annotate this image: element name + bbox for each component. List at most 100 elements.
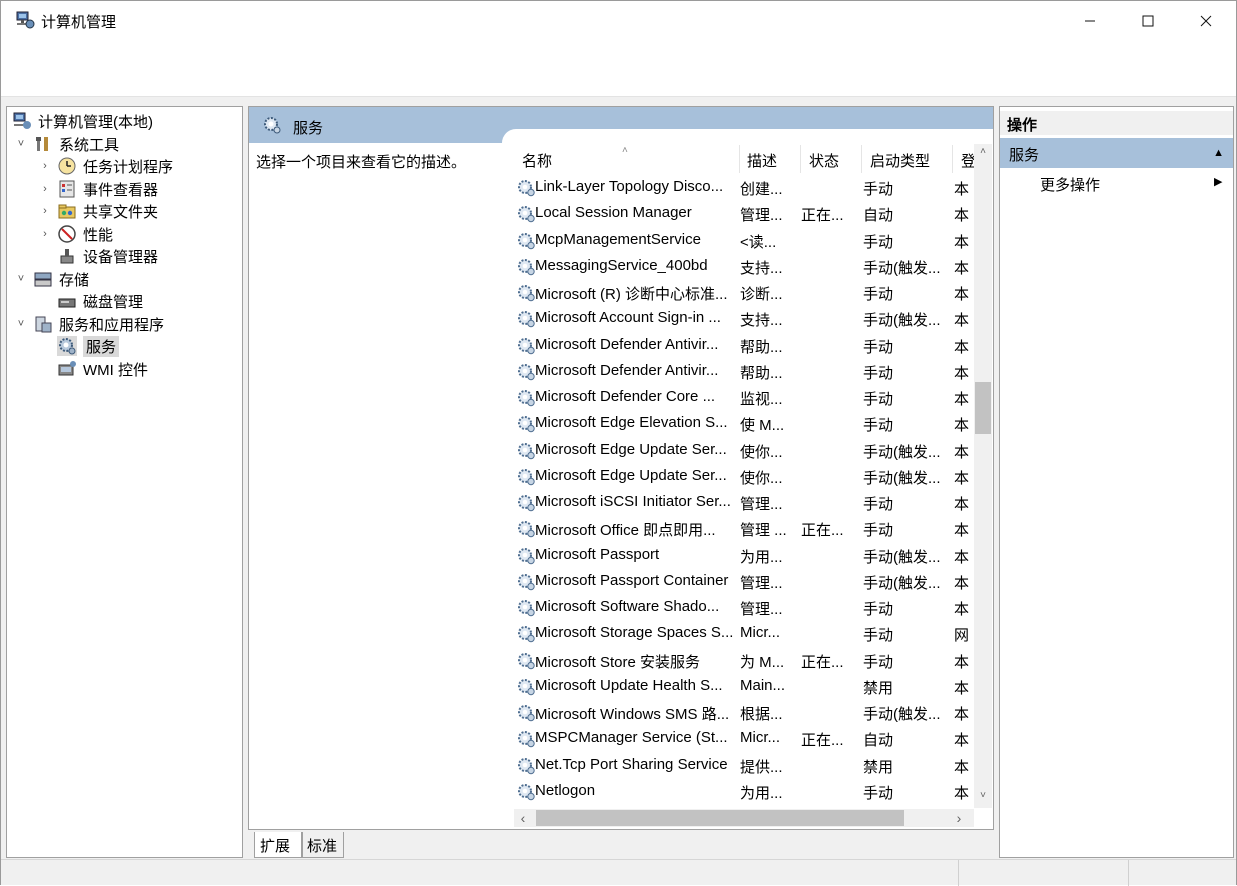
collapse-icon[interactable]: ˅ [15,138,27,150]
service-row[interactable]: Microsoft Edge Update Ser... 使你... 手动(触发..… [504,438,974,464]
service-row[interactable]: Net.Tcp Port Sharing Service 提供... 禁用 本 [504,753,974,779]
service-row[interactable]: Microsoft Update Health S... Main... 禁用 本 [504,674,974,700]
scroll-left-icon[interactable]: ‹ [514,810,532,826]
maximize-button[interactable] [1119,1,1177,41]
service-row[interactable]: Microsoft Office 即点即用... 管理 ... 正在... 手动 本 [504,516,974,542]
service-startup-type: 手动(触发... [863,469,941,487]
service-logon-as: 本 [954,259,970,277]
service-row[interactable]: Microsoft Software Shado... 管理... 手动 本 [504,595,974,621]
service-row[interactable]: Microsoft (R) 诊断中心标准... 诊断... 手动 本 [504,280,974,306]
service-name: Microsoft Windows SMS 路... [535,706,730,723]
minimize-button[interactable] [1061,1,1119,41]
column-divider[interactable] [800,145,801,173]
more-actions-item[interactable]: 更多操作 [1040,174,1100,195]
service-startup-type: 手动 [863,364,894,382]
service-gear-icon [516,703,536,723]
column-divider[interactable] [952,145,953,173]
tab-extended[interactable]: 扩展 [254,832,302,858]
service-row[interactable]: MessagingService_400bd 支持... 手动(触发... 本 [504,254,974,280]
column-divider[interactable] [739,145,740,173]
tab-standard[interactable]: 标准 [302,832,344,858]
maximize-icon [1142,15,1154,27]
service-name: Microsoft Store 安装服务 [535,653,701,671]
service-row[interactable]: Microsoft iSCSI Initiator Ser... 管理... 手动 本 [504,490,974,516]
service-row[interactable]: Microsoft Storage Spaces S... Micr... 手动 网 [504,621,974,647]
tree-item-wmi-control[interactable]: WMI 控件 [39,358,148,380]
expand-icon[interactable]: › [39,183,51,195]
console-tree: 计算机管理(本地) ˅ 系统工具 › 任务计划程序 › 事件查看器 › 共享文件… [6,106,243,858]
service-startup-type: 自动 [863,207,894,225]
service-logon-as: 本 [954,732,970,750]
list-tab-curve [502,129,993,145]
service-row[interactable]: Microsoft Defender Antivir... 帮助... 手动 本 [504,333,974,359]
service-gear-icon [516,309,536,329]
service-row[interactable]: Microsoft Store 安装服务 为 M... 正在... 手动 本 [504,648,974,674]
service-status: 正在... [801,522,844,540]
services-gear-icon [262,115,282,139]
column-description-header[interactable]: 描述 [747,150,777,171]
actions-section-services[interactable]: 服务 ▲ [1000,138,1233,168]
expand-icon[interactable]: › [39,160,51,172]
horizontal-scroll-thumb[interactable] [536,810,904,826]
column-logon-header[interactable]: 登 [961,150,974,171]
tree-item-services-and-applications[interactable]: ˅ 服务和应用程序 [15,313,164,335]
column-name-header[interactable]: 名称 [522,150,552,171]
service-name: Netlogon [535,781,596,799]
wmi-icon [57,359,77,379]
vertical-scroll-thumb[interactable] [975,382,991,434]
service-row[interactable]: Microsoft Edge Update Ser... 使你... 手动(触发..… [504,464,974,490]
tree-item-disk-management[interactable]: 磁盘管理 [39,290,143,312]
column-startup-type-header[interactable]: 启动类型 [870,150,930,171]
collapse-section-icon[interactable]: ▲ [1213,147,1224,159]
vertical-scrollbar[interactable]: ˄ ˅ [974,144,992,808]
tree-item-services[interactable]: 服务 [39,335,120,357]
service-startup-type: 手动 [863,417,894,435]
horizontal-scrollbar[interactable]: ‹ › [514,809,974,827]
tree-item-storage[interactable]: ˅ 存储 [15,268,89,290]
service-description: 监视... [740,391,783,408]
service-gear-icon [516,756,536,776]
service-row[interactable]: Microsoft Defender Antivir... 帮助... 手动 本 [504,359,974,385]
collapse-icon[interactable]: ˅ [15,273,27,285]
service-row[interactable]: MSPCManager Service (St... Micr... 正在... 自动… [504,726,974,752]
column-status-header[interactable]: 状态 [809,150,839,171]
service-name: MSPCManager Service (St... [535,729,728,747]
close-button[interactable] [1177,1,1235,41]
service-name: Microsoft iSCSI Initiator Ser... [535,493,731,510]
scroll-up-icon[interactable]: ˄ [974,146,992,157]
scroll-right-icon[interactable]: › [950,810,968,826]
tree-item-system-tools[interactable]: ˅ 系统工具 [15,133,119,155]
service-startup-type: 手动 [863,627,894,645]
service-gear-icon [516,388,536,408]
service-row[interactable]: Microsoft Account Sign-in ... 支持... 手动(触发.… [504,306,974,332]
tree-item-device-manager[interactable]: 设备管理器 [39,245,158,267]
service-logon-as: 本 [954,601,970,618]
service-row[interactable]: Netlogon 为用... 手动 本 [504,779,974,805]
collapse-icon[interactable]: ˅ [15,318,27,330]
service-logon-as: 本 [954,522,970,540]
disk-icon [57,291,77,311]
service-row[interactable]: McpManagementService <读... 手动 本 [504,228,974,254]
service-row[interactable]: Microsoft Edge Elevation S... 使 M... 手动 本 [504,411,974,437]
service-row[interactable]: Microsoft Defender Core ... 监视... 手动 本 [504,385,974,411]
service-row[interactable]: Microsoft Passport Container 管理... 手动(触发..… [504,569,974,595]
service-row[interactable]: Local Session Manager 管理... 正在... 自动 本 [504,201,974,227]
sort-ascending-icon: ˄ [622,145,628,156]
service-row[interactable]: Link-Layer Topology Disco... 创建... 手动 本 [504,175,974,201]
service-startup-type: 手动 [863,496,894,513]
expand-icon[interactable]: › [39,205,51,217]
service-row[interactable]: Microsoft Passport 为用... 手动(触发... 本 [504,543,974,569]
service-logon-as: 本 [954,286,970,303]
column-divider[interactable] [861,145,862,173]
tree-item-task-scheduler[interactable]: › 任务计划程序 [39,155,173,177]
service-logon-as: 本 [954,706,970,723]
tree-item-shared-folders[interactable]: › 共享文件夹 [39,200,158,222]
scroll-down-icon[interactable]: ˅ [974,790,992,801]
tree-item-performance[interactable]: › 性能 [39,223,113,245]
service-gear-icon [516,624,536,644]
service-row[interactable]: Microsoft Windows SMS 路... 根据... 手动(触发... 本 [504,700,974,726]
service-logon-as: 本 [954,496,970,513]
tree-item-event-viewer[interactable]: › 事件查看器 [39,178,158,200]
expand-icon[interactable]: › [39,228,51,240]
tree-root[interactable]: 计算机管理(本地) [12,110,153,132]
